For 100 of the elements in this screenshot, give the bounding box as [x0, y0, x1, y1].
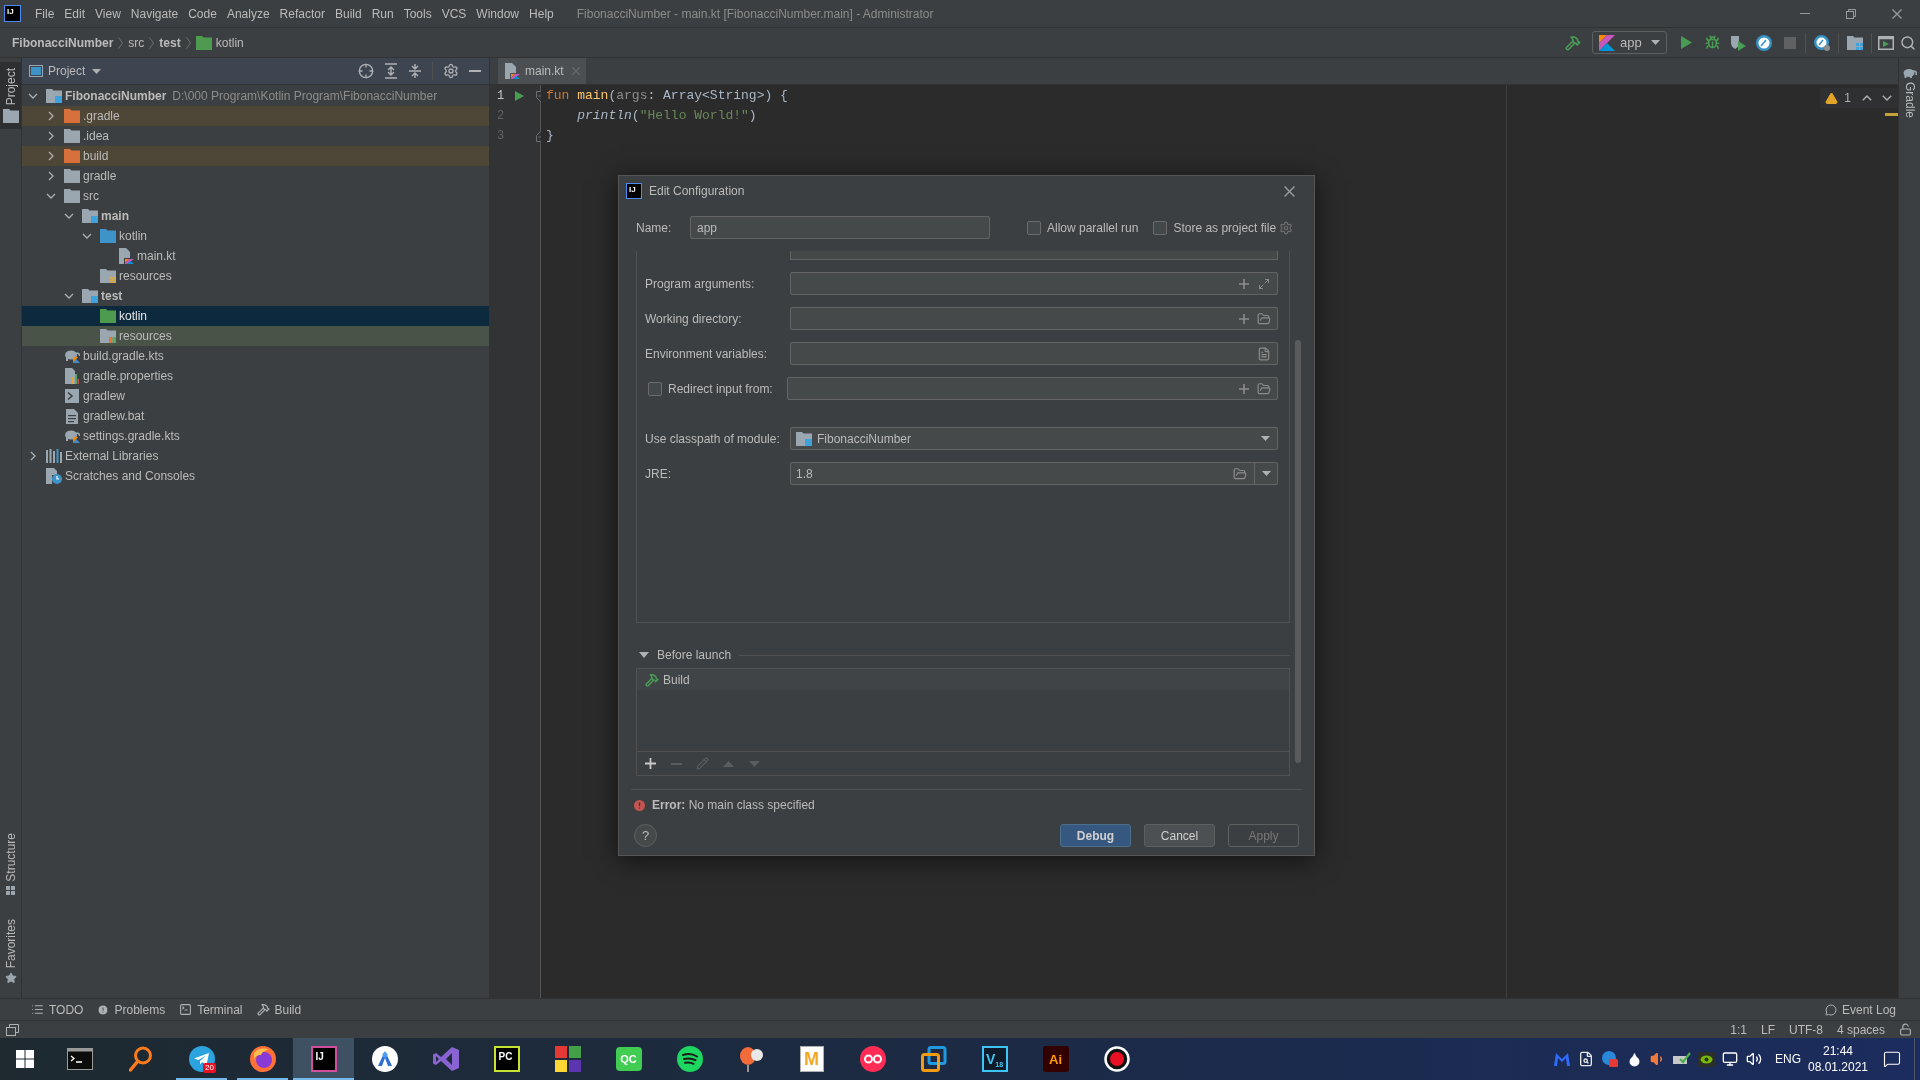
- folder-open-icon[interactable]: [1257, 311, 1271, 326]
- chevron-down-icon[interactable]: [64, 211, 74, 221]
- checkbox-label[interactable]: Store as project file: [1173, 218, 1277, 237]
- settings-icon[interactable]: [443, 63, 459, 79]
- tree-item[interactable]: main: [101, 207, 129, 225]
- dialog-button[interactable]: Cancel: [1144, 824, 1215, 847]
- input-field[interactable]: [790, 251, 1278, 260]
- expand-icon[interactable]: [1258, 277, 1270, 290]
- chevron-down-icon[interactable]: [1882, 95, 1892, 101]
- close-button[interactable]: [1284, 185, 1295, 197]
- chevron-right-icon[interactable]: [46, 151, 56, 161]
- tool-window-tab[interactable]: Favorites: [0, 912, 21, 990]
- status-item[interactable]: UTF-8: [1788, 1020, 1823, 1039]
- breadcrumb[interactable]: FibonacciNumber: [12, 33, 114, 52]
- checkbox[interactable]: [1153, 220, 1168, 235]
- name-field[interactable]: app: [690, 216, 990, 239]
- status-item[interactable]: 4 spaces: [1836, 1020, 1885, 1039]
- document-icon[interactable]: [1257, 346, 1271, 361]
- monitor-icon[interactable]: [1722, 1051, 1738, 1067]
- m-logo-icon[interactable]: [1554, 1052, 1570, 1066]
- tree-item[interactable]: settings.gradle.kts: [83, 427, 180, 445]
- menu-item[interactable]: Window: [471, 2, 525, 25]
- checkbox-label[interactable]: Redirect input from:: [668, 379, 787, 398]
- taskbar-app-button[interactable]: 20: [171, 1038, 232, 1080]
- tree-item[interactable]: .idea: [83, 127, 110, 145]
- event-log-button[interactable]: Event Log: [1824, 999, 1896, 1020]
- menu-item[interactable]: Edit: [59, 2, 91, 25]
- tree-item[interactable]: build.gradle.kts: [83, 347, 164, 365]
- document-search-icon[interactable]: [1578, 1051, 1594, 1067]
- chevron-down-icon[interactable]: [28, 91, 38, 101]
- tree-item[interactable]: FibonacciNumber: [65, 87, 167, 105]
- tool-window-button[interactable]: Problems: [90, 999, 173, 1020]
- chevron-down-icon[interactable]: [82, 231, 92, 241]
- tree-item[interactable]: .gradle: [83, 107, 120, 125]
- tool-window-button[interactable]: Build: [249, 999, 309, 1020]
- eye-logo-icon[interactable]: [1697, 1051, 1715, 1067]
- menu-item[interactable]: Code: [183, 2, 222, 25]
- overlapping-squares-icon[interactable]: [6, 1023, 19, 1036]
- tool-window-tab[interactable]: Gradle: [1899, 62, 1920, 125]
- unlocked-icon[interactable]: [1899, 1023, 1912, 1036]
- inspection-widget[interactable]: 1: [1820, 88, 1898, 108]
- checkbox[interactable]: [648, 381, 662, 396]
- tree-item[interactable]: gradlew: [83, 387, 126, 405]
- scrollbar-thumb[interactable]: [1295, 340, 1301, 763]
- menu-item[interactable]: Navigate: [125, 2, 184, 25]
- input-field[interactable]: [790, 272, 1278, 295]
- module-dropdown[interactable]: FibonacciNumber: [790, 427, 1278, 450]
- checkbox[interactable]: [1027, 220, 1041, 235]
- chevron-right-icon[interactable]: [46, 111, 56, 121]
- menu-item[interactable]: Tools: [398, 2, 437, 25]
- taskbar-app-button[interactable]: PC: [476, 1038, 537, 1080]
- drive-check-icon[interactable]: [1673, 1052, 1691, 1066]
- jre-field[interactable]: 1.8: [790, 462, 1278, 485]
- tree-item[interactable]: Scratches and Consoles: [65, 467, 196, 485]
- menu-item[interactable]: Refactor: [274, 2, 330, 25]
- tool-window-button[interactable]: Terminal: [172, 999, 250, 1020]
- editor-tab[interactable]: main.kt: [498, 58, 586, 84]
- menu-item[interactable]: Analyze: [221, 2, 275, 25]
- tree-item[interactable]: main.kt: [137, 247, 176, 265]
- tree-item[interactable]: kotlin: [119, 227, 147, 245]
- tree-item[interactable]: gradle.properties: [83, 367, 174, 385]
- tree-item[interactable]: resources: [119, 267, 172, 285]
- chevron-down-icon[interactable]: [64, 291, 74, 301]
- breadcrumb[interactable]: kotlin: [215, 33, 244, 52]
- chevron-right-icon[interactable]: [46, 131, 56, 141]
- folder-open-icon[interactable]: [1257, 381, 1271, 396]
- tree-item[interactable]: gradle: [83, 167, 117, 185]
- menu-item[interactable]: Run: [366, 2, 399, 25]
- breadcrumb[interactable]: src: [128, 33, 145, 52]
- language-indicator[interactable]: ENG: [1772, 1038, 1804, 1080]
- breadcrumb[interactable]: test: [159, 33, 181, 52]
- tool-window-tab[interactable]: Structure: [0, 826, 21, 901]
- tool-window-tab[interactable]: Project: [0, 62, 21, 130]
- chevron-down-icon[interactable]: [46, 191, 56, 201]
- menu-item[interactable]: View: [90, 2, 126, 25]
- menu-item[interactable]: Help: [524, 2, 559, 25]
- tree-item[interactable]: src: [83, 187, 99, 205]
- input-field[interactable]: [790, 307, 1278, 330]
- run-config-dropdown[interactable]: app: [1592, 31, 1667, 54]
- view-selector[interactable]: Project: [48, 62, 102, 80]
- chevron-up-icon[interactable]: [1862, 95, 1872, 101]
- collapse-all-icon[interactable]: [408, 63, 422, 79]
- input-field[interactable]: [787, 377, 1278, 400]
- drop-icon[interactable]: [1626, 1051, 1642, 1067]
- tree-item[interactable]: kotlin: [119, 307, 147, 325]
- volume-icon[interactable]: [1746, 1051, 1762, 1067]
- menu-item[interactable]: File: [30, 2, 60, 25]
- tree-item[interactable]: gradlew.bat: [83, 407, 145, 425]
- chevron-right-icon[interactable]: [28, 451, 38, 461]
- clock-time[interactable]: 21:44: [1823, 1043, 1853, 1059]
- expand-all-icon[interactable]: [384, 63, 398, 79]
- task-row[interactable]: Build: [637, 669, 1289, 690]
- menu-item[interactable]: VCS: [436, 2, 472, 25]
- help-button[interactable]: ?: [634, 824, 657, 847]
- triangle-down-icon[interactable]: [639, 652, 649, 658]
- status-item[interactable]: LF: [1760, 1020, 1775, 1039]
- taskbar-app-button[interactable]: Ai: [1025, 1038, 1086, 1080]
- tree-item[interactable]: External Libraries: [65, 447, 159, 465]
- menu-item[interactable]: Build: [329, 2, 367, 25]
- badge-circle-icon[interactable]: [1602, 1051, 1618, 1067]
